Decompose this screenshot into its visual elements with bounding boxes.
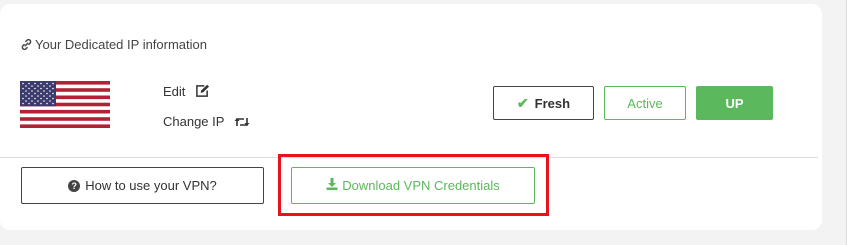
download-icon bbox=[326, 178, 338, 193]
up-button[interactable]: UP bbox=[696, 86, 773, 120]
change-ip-label[interactable]: Change IP bbox=[163, 114, 224, 129]
adjacent-panel-edge bbox=[846, 0, 854, 245]
link-icon bbox=[20, 38, 33, 51]
fresh-label: Fresh bbox=[534, 95, 571, 111]
edit-icon[interactable] bbox=[195, 84, 210, 101]
how-to-label: How to use your VPN? bbox=[85, 178, 217, 193]
check-icon: ✔ bbox=[516, 94, 529, 111]
question-circle-icon: ? bbox=[68, 179, 81, 192]
section-title-text: Your Dedicated IP information bbox=[35, 37, 207, 52]
active-button[interactable]: Active bbox=[604, 86, 686, 120]
download-label: Download VPN Credentials bbox=[342, 178, 500, 193]
fresh-button[interactable]: ✔ Fresh bbox=[493, 86, 594, 120]
change-ip-link[interactable]: Change IP bbox=[163, 114, 250, 131]
how-to-use-vpn-button[interactable]: ? How to use your VPN? bbox=[21, 167, 264, 204]
us-flag-icon bbox=[20, 81, 110, 128]
edit-label[interactable]: Edit bbox=[163, 84, 185, 99]
divider bbox=[0, 157, 818, 158]
active-label: Active bbox=[627, 95, 663, 111]
retweet-icon[interactable] bbox=[234, 116, 250, 131]
download-vpn-credentials-button[interactable]: Download VPN Credentials bbox=[291, 167, 535, 204]
edit-link[interactable]: Edit bbox=[163, 84, 210, 101]
section-title: Your Dedicated IP information bbox=[20, 37, 207, 52]
up-label: UP bbox=[725, 95, 744, 111]
